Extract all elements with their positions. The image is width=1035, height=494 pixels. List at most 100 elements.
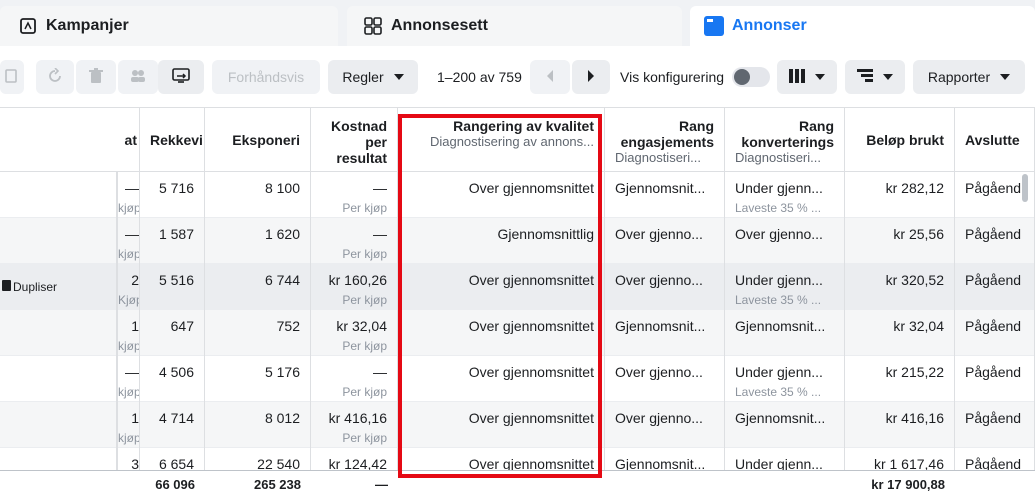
cell-value: Over gjenno... (615, 272, 703, 288)
column-header-impressions[interactable]: Eksponeri (205, 108, 310, 172)
config-label: Vis konfigurering (620, 69, 725, 85)
table-cell[interactable]: 4 506 (140, 356, 204, 402)
table-cell[interactable]: kr 160,26 Per kjøp (311, 264, 397, 310)
table-cell[interactable]: 5 176 (205, 356, 310, 402)
table-cell[interactable]: Over gjennomsnittet (398, 172, 604, 218)
table-cell[interactable]: Gjennomsnittlig (398, 218, 604, 264)
table-cell[interactable]: Pågåend (955, 356, 1034, 402)
preview-button[interactable]: Forhåndsvis (212, 60, 320, 94)
rules-dropdown[interactable]: Regler (328, 60, 418, 94)
table-cell[interactable]: — kjøp (118, 172, 139, 218)
table-cell[interactable]: — Per kjøp (311, 172, 397, 218)
duplicate-icon (2, 280, 11, 294)
scrollbar[interactable] (1022, 174, 1028, 202)
table-cell[interactable]: — Per kjøp (311, 218, 397, 264)
cell-value: Over gjenno... (615, 364, 703, 380)
table-cell[interactable]: 1 587 (140, 218, 204, 264)
edit-button[interactable] (158, 60, 204, 94)
table-cell[interactable]: 1 kjøp (118, 310, 139, 356)
table-cell[interactable]: 1 620 (205, 218, 310, 264)
tab-annonser[interactable]: Annonser (690, 6, 1035, 46)
table-cell[interactable]: Over gjennomsnittet (398, 356, 604, 402)
table-cell[interactable]: kr 32,04 Per kjøp (311, 310, 397, 356)
ab-test-button[interactable] (118, 60, 158, 94)
table-cell[interactable]: kr 320,52 (845, 264, 954, 310)
table-cell[interactable]: Over gjenno... (605, 218, 724, 264)
cell-value: 1 (131, 318, 139, 334)
table-cell[interactable]: 752 (205, 310, 310, 356)
table-cell[interactable]: Over gjenno... (605, 264, 724, 310)
column-header-quality-ranking[interactable]: Rangering av kvalitet Diagnostisering av … (398, 108, 604, 172)
column-conversion-ranking: Rang konverterings Diagnostiseri... Under g… (725, 108, 845, 494)
delete-button[interactable] (76, 60, 116, 94)
table-cell[interactable]: 2 Kjøp (118, 264, 139, 310)
table-cell[interactable]: Over gjenno... (605, 402, 724, 448)
chevron-right-icon (587, 69, 595, 85)
table-cell[interactable]: kr 416,16 Per kjøp (311, 402, 397, 448)
column-header-label: konverterings (741, 134, 834, 150)
table-cell[interactable]: — kjøp (118, 218, 139, 264)
table-cell[interactable]: 5 516 (140, 264, 204, 310)
column-engagement-ranking: Rang engasjements Diagnostiseri... Gjennoms… (605, 108, 725, 494)
duplicate-link[interactable]: Dupliser (0, 265, 62, 309)
cell-value: Gjennomsnit... (735, 318, 826, 334)
table-cell[interactable]: 4 714 (140, 402, 204, 448)
column-header-ends[interactable]: Avslutte (955, 108, 1034, 172)
column-header-amount-spent[interactable]: Beløp brukt (845, 108, 954, 172)
table-cell[interactable]: 8 012 (205, 402, 310, 448)
table-cell[interactable]: 5 716 (140, 172, 204, 218)
next-page-button[interactable] (572, 60, 610, 94)
refresh-button[interactable] (36, 60, 74, 94)
table-cell[interactable]: Over gjenno... (605, 356, 724, 402)
clipboard-icon (5, 68, 19, 87)
table-cell[interactable]: Pågåend (955, 264, 1034, 310)
table-cell[interactable]: kr 32,04 (845, 310, 954, 356)
table-cell[interactable]: Under gjenn... Laveste 35 % ... (725, 356, 844, 402)
table-cell[interactable]: — Per kjøp (311, 356, 397, 402)
table-cell[interactable]: Pågåend (955, 402, 1034, 448)
table-cell[interactable]: 1 kjøp (118, 402, 139, 448)
table-cell[interactable]: Over gjennomsnittet (398, 264, 604, 310)
cell-value: Pågåend (965, 226, 1022, 242)
cell-subtext: kjøp (118, 431, 139, 445)
table-cell[interactable]: 647 (140, 310, 204, 356)
table-cell[interactable]: Pågåend (955, 218, 1034, 264)
table-cell[interactable]: — kjøp (118, 356, 139, 402)
chevron-down-icon (1000, 74, 1011, 80)
table-cell[interactable]: Over gjennomsnittet (398, 310, 604, 356)
cell-value: Gjennomsnittlig (497, 226, 595, 242)
total-spent: kr 17 900,88 (871, 477, 945, 492)
table-cell[interactable]: Over gjennomsnittet (398, 402, 604, 448)
table-cell[interactable]: Gjennomsnit... (605, 310, 724, 356)
column-results: —kjøp—kjøp2Kjøp1kjøp—kjøp1kjøp3 (118, 108, 140, 494)
column-header-engagement-ranking[interactable]: Rang engasjements Diagnostiseri... (605, 108, 724, 172)
columns-dropdown[interactable] (777, 60, 837, 94)
table-cell[interactable]: Pågåend (955, 310, 1034, 356)
tab-annonsesett[interactable]: Annonsesett (347, 6, 682, 46)
ad-icon (704, 16, 724, 36)
breakdown-dropdown[interactable] (845, 60, 905, 94)
column-header-conversion-ranking[interactable]: Rang konverterings Diagnostiseri... (725, 108, 844, 172)
table-cell[interactable]: Gjennomsnit... (605, 172, 724, 218)
table-cell[interactable]: kr 215,22 (845, 356, 954, 402)
table-cell[interactable]: Under gjenn... Laveste 35 % ... (725, 264, 844, 310)
cell-value: 4 506 (158, 364, 194, 380)
column-header-cost-per-result[interactable]: Kostnad per resultat (311, 108, 397, 172)
table-cell[interactable]: kr 416,16 (845, 402, 954, 448)
table-cell[interactable]: Under gjenn... Laveste 35 % ... (725, 172, 844, 218)
column-header-reach[interactable]: Rekkevi (140, 108, 204, 172)
table-cell[interactable]: Over gjenno... (725, 218, 844, 264)
tab-label: Annonsesett (391, 17, 488, 34)
table-cell[interactable]: kr 282,12 (845, 172, 954, 218)
table-cell[interactable]: 6 744 (205, 264, 310, 310)
prev-page-button[interactable] (530, 60, 570, 94)
table-cell[interactable]: kr 25,56 (845, 218, 954, 264)
table-cell[interactable]: Gjennomsnit... (725, 310, 844, 356)
reports-dropdown[interactable]: Rapporter (913, 60, 1025, 94)
table-cell[interactable]: Gjennomsnit... (725, 402, 844, 448)
copy-button[interactable] (0, 60, 24, 94)
tab-kampanjer[interactable]: Kampanjer (0, 6, 338, 46)
column-header-label: Eksponeri (232, 132, 300, 148)
table-cell[interactable]: 8 100 (205, 172, 310, 218)
config-toggle[interactable] (732, 67, 770, 87)
